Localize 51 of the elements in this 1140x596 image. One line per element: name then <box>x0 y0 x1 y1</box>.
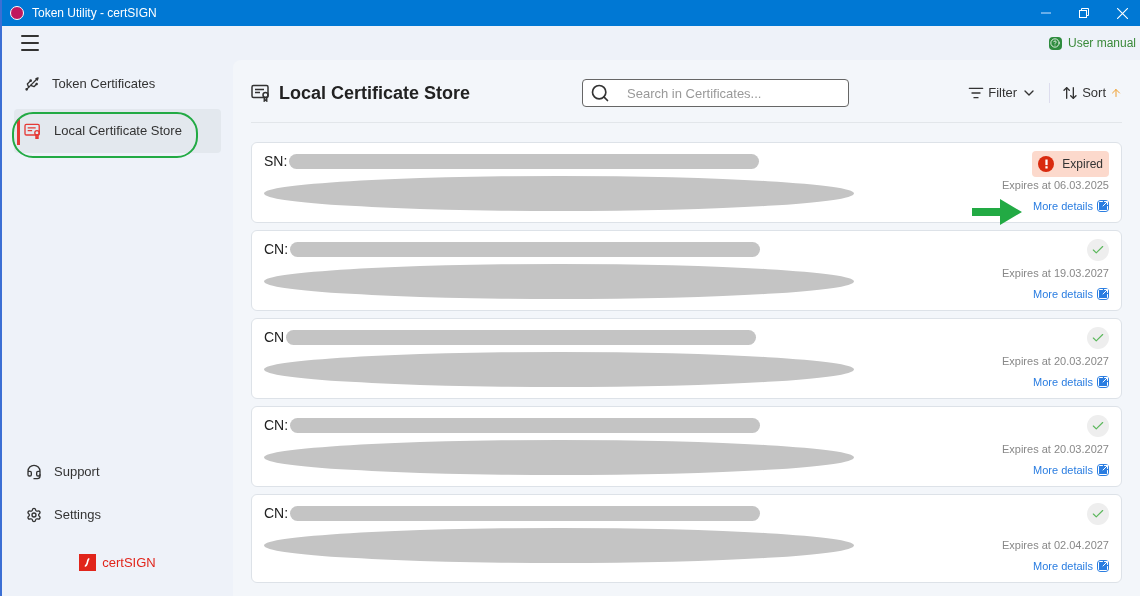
app-logo-icon <box>10 6 24 20</box>
restore-icon[interactable] <box>1079 8 1089 18</box>
annotation-arrow <box>972 199 1022 225</box>
more-details-link[interactable]: More details <box>1033 461 1109 478</box>
certificate-name-label: CN: <box>264 416 289 435</box>
certificate-card[interactable]: CN: Expires at 02.04.2027 More details <box>251 494 1122 583</box>
expiry-date: Expires at 20.03.2027 <box>1001 442 1109 457</box>
sidebar-item[interactable]: Support <box>2 450 233 494</box>
expiry-date: Expires at 02.04.2027 <box>1001 538 1109 553</box>
certificate-card[interactable]: CN: Expires at 19.03.2027 More details <box>251 230 1122 311</box>
expiry-date: Expires at 20.03.2027 <box>1001 354 1109 369</box>
window-title: Token Utility - certSIGN <box>32 5 157 22</box>
help-icon <box>1050 38 1061 48</box>
more-details-link[interactable]: More details <box>1033 557 1109 574</box>
sidebar-item[interactable]: Token Certificates <box>14 62 221 106</box>
certificate-name-label: CN <box>264 328 285 347</box>
arrow-up-icon <box>1110 87 1122 99</box>
expiry-date: Expires at 06.03.2025 <box>1001 178 1109 193</box>
external-link-icon <box>1097 199 1109 212</box>
certificate-card[interactable]: CN: Expires at 20.03.2027 More details <box>251 406 1122 487</box>
sidebar-item[interactable]: Settings <box>2 493 233 537</box>
certificate-icon <box>24 123 42 139</box>
filter-button[interactable]: Filter <box>968 83 1038 103</box>
expired-badge: Expired <box>1032 151 1109 177</box>
certificate-card[interactable]: CN Expires at 20.03.2027 More details <box>251 318 1122 399</box>
more-details-link[interactable]: More details <box>1033 373 1109 390</box>
support-icon <box>26 464 42 480</box>
usb-drive-icon <box>24 76 40 92</box>
more-details-link[interactable]: More details <box>1033 285 1109 302</box>
sort-icon <box>1062 85 1079 101</box>
settings-icon <box>26 507 42 523</box>
expiry-date: Expires at 19.03.2027 <box>1001 266 1109 281</box>
certsign-logo: certSIGN <box>2 552 233 572</box>
filter-icon <box>968 85 985 101</box>
external-link-icon <box>1097 463 1109 476</box>
sidebar-item[interactable]: Local Certificate Store <box>14 109 221 153</box>
certificate-name-label: SN: <box>264 152 288 171</box>
search-field[interactable]: Search in Certificates... <box>582 79 850 107</box>
search-icon <box>590 83 611 103</box>
certificate-name-label: CN: <box>264 240 289 259</box>
sort-button[interactable]: Sort <box>1062 83 1122 103</box>
external-link-icon <box>1097 375 1109 388</box>
page-title: Local Certificate Store <box>279 81 471 105</box>
user-manual-link[interactable]: User manual <box>1048 34 1136 52</box>
external-link-icon <box>1097 287 1109 300</box>
certificate-card[interactable]: SN: Expired Expires at 06.03.2025 More details <box>251 142 1122 223</box>
close-icon[interactable] <box>1117 7 1128 19</box>
certificate-icon <box>251 84 271 102</box>
more-details-link[interactable]: More details <box>1033 197 1109 214</box>
external-link-icon <box>1097 559 1109 572</box>
certificate-name-label: CN: <box>264 504 289 523</box>
